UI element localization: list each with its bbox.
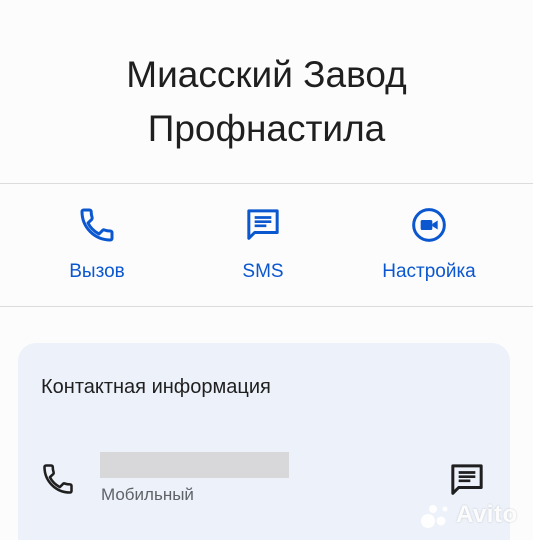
contact-info-title: Контактная информация <box>41 376 271 398</box>
video-call-icon <box>412 208 446 242</box>
avito-logo-icon <box>421 505 448 528</box>
contact-name-line-1: Миасский Завод <box>126 54 407 95</box>
avito-watermark-text: Avito <box>456 501 518 528</box>
contact-details-screen: Миасский Завод Профнастила Вызов SMS Нас… <box>0 0 533 540</box>
settings-action-label: Настройка <box>382 261 476 282</box>
sms-action-button[interactable]: SMS <box>173 205 353 287</box>
settings-action-button[interactable]: Настройка <box>339 205 519 287</box>
contact-name: Миасский Завод Профнастила <box>0 48 533 156</box>
phone-icon <box>43 464 73 494</box>
top-divider <box>0 183 533 184</box>
phone-icon <box>80 208 114 242</box>
avito-watermark: Avito <box>420 497 530 535</box>
call-action-label: Вызов <box>69 261 125 282</box>
contact-name-line-2: Профнастила <box>147 108 386 149</box>
message-icon <box>247 209 279 240</box>
redacted-phone-number[interactable] <box>100 452 289 478</box>
phone-type-label: Мобильный <box>101 485 194 504</box>
call-action-button[interactable]: Вызов <box>7 205 187 287</box>
message-icon[interactable] <box>447 460 487 500</box>
actions-divider <box>0 306 533 307</box>
sms-action-label: SMS <box>242 261 284 282</box>
